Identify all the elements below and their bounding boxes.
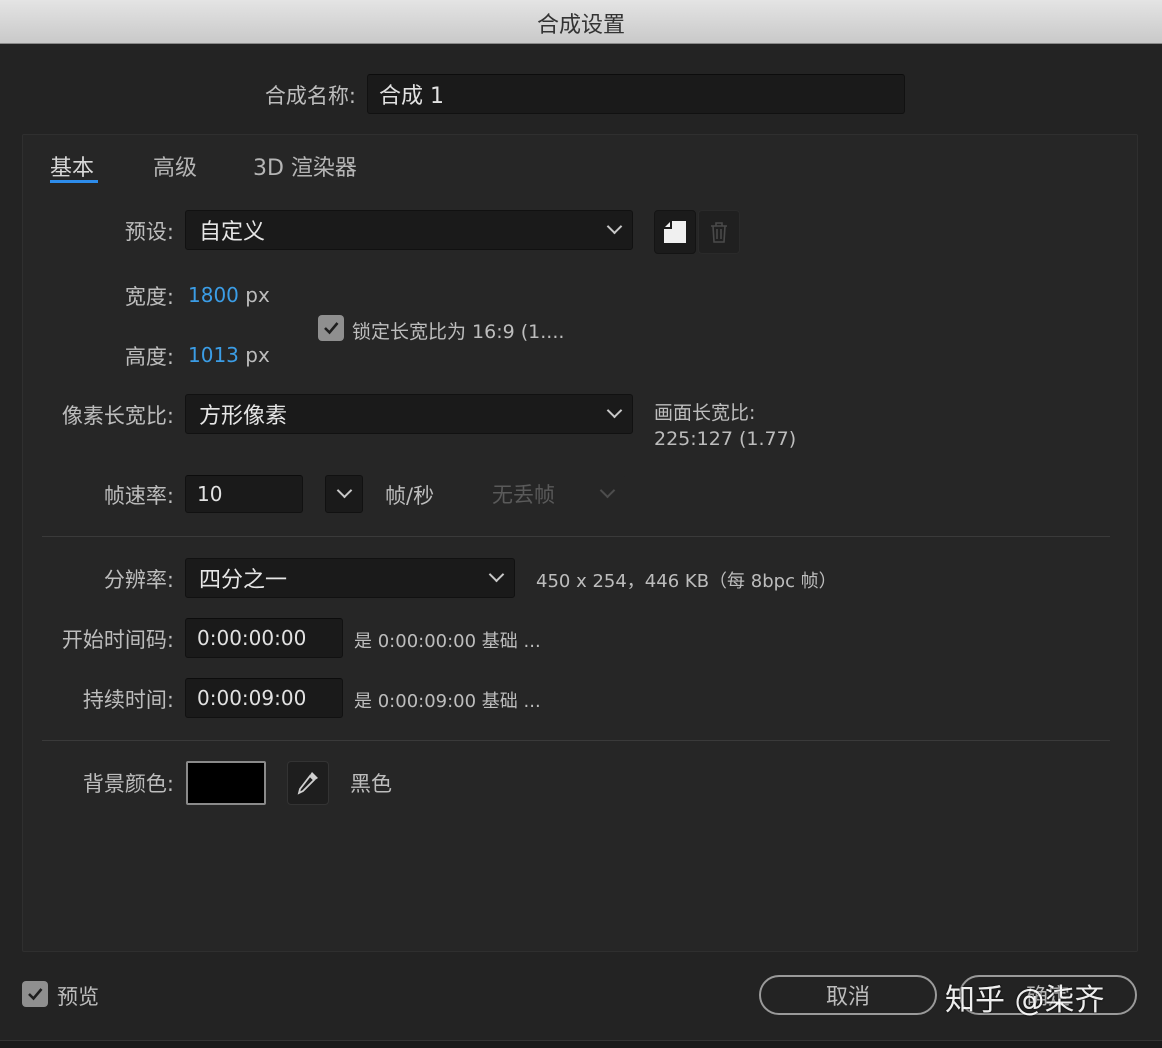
height-field: 1013 px: [188, 343, 270, 367]
width-unit: px: [245, 283, 270, 307]
frame-aspect-label: 画面长宽比:: [654, 402, 756, 424]
save-preset-icon: [664, 221, 686, 243]
preview-label: 预览: [57, 985, 99, 1009]
checkmark-icon: [324, 322, 339, 335]
watermark-text: 知乎 @柒齐: [945, 983, 1105, 1018]
height-unit: px: [245, 343, 270, 367]
width-field: 1800 px: [188, 283, 270, 307]
preview-checkbox[interactable]: [22, 981, 48, 1007]
window-title: 合成设置: [536, 13, 625, 38]
pixel-aspect-label: 像素长宽比:: [61, 404, 174, 428]
settings-panel: [22, 134, 1138, 952]
duration-label: 持续时间:: [82, 688, 174, 712]
divider: [42, 536, 1110, 537]
frame-rate-label: 帧速率:: [103, 484, 174, 508]
background-color-name: 黑色: [350, 772, 392, 796]
tab-basic[interactable]: 基本: [50, 150, 94, 182]
width-label: 宽度:: [124, 285, 174, 309]
background-color-swatch[interactable]: [186, 761, 266, 805]
resolution-select[interactable]: 四分之一: [185, 558, 515, 598]
tab-advanced[interactable]: 高级: [153, 150, 197, 182]
pixel-aspect-select[interactable]: 方形像素: [185, 394, 633, 434]
start-timecode-label: 开始时间码:: [61, 628, 174, 652]
duration-info: 是 0:00:09:00 基础 ...: [354, 691, 541, 712]
frame-rate-unit: 帧/秒: [385, 484, 435, 508]
duration-input[interactable]: 0:00:09:00: [185, 678, 343, 718]
underlying-window-edge: [0, 1040, 1162, 1048]
trash-icon: [711, 222, 727, 243]
title-bar: 合成设置: [0, 0, 1162, 44]
lock-aspect-label: 锁定长宽比为 16:9 (1....: [352, 321, 565, 343]
height-label: 高度:: [124, 345, 174, 369]
start-timecode-input[interactable]: 0:00:00:00: [185, 618, 343, 658]
composition-name-input[interactable]: 合成 1: [367, 74, 905, 114]
drop-frame-value: 无丢帧: [492, 483, 555, 507]
eyedropper-icon: [297, 772, 318, 795]
resolution-info: 450 x 254，446 KB（每 8bpc 帧）: [536, 571, 837, 592]
composition-name-label: 合成名称:: [264, 84, 356, 108]
resolution-value: 四分之一: [199, 568, 288, 593]
background-color-label: 背景颜色:: [82, 772, 174, 796]
height-value[interactable]: 1013: [188, 343, 239, 367]
eyedropper-button[interactable]: [287, 761, 329, 805]
frame-rate-input[interactable]: 10: [185, 475, 303, 513]
drop-frame-select[interactable]: 无丢帧: [478, 475, 626, 513]
pixel-aspect-value: 方形像素: [199, 404, 288, 429]
preset-label: 预设:: [124, 220, 174, 244]
chevron-down-icon: [336, 482, 353, 499]
chevron-down-icon: [599, 482, 616, 499]
tab-3d-renderer[interactable]: 3D 渲染器: [253, 150, 357, 182]
chevron-down-icon: [488, 566, 505, 583]
divider: [42, 740, 1110, 741]
active-tab-indicator: [50, 180, 98, 183]
width-value[interactable]: 1800: [188, 283, 239, 307]
chevron-down-icon: [606, 402, 623, 419]
frame-aspect-value: 225:127 (1.77): [654, 428, 797, 450]
start-timecode-info: 是 0:00:00:00 基础 ...: [354, 631, 541, 652]
frame-rate-dropdown[interactable]: [325, 475, 363, 513]
delete-preset-button[interactable]: [698, 210, 740, 254]
cancel-button[interactable]: 取消: [759, 975, 937, 1015]
lock-aspect-checkbox[interactable]: [318, 315, 344, 341]
preset-value: 自定义: [199, 220, 266, 245]
preset-select[interactable]: 自定义: [185, 210, 633, 250]
chevron-down-icon: [606, 218, 623, 235]
save-preset-button[interactable]: [654, 210, 696, 254]
checkmark-icon: [28, 988, 43, 1001]
resolution-label: 分辨率:: [103, 568, 174, 592]
